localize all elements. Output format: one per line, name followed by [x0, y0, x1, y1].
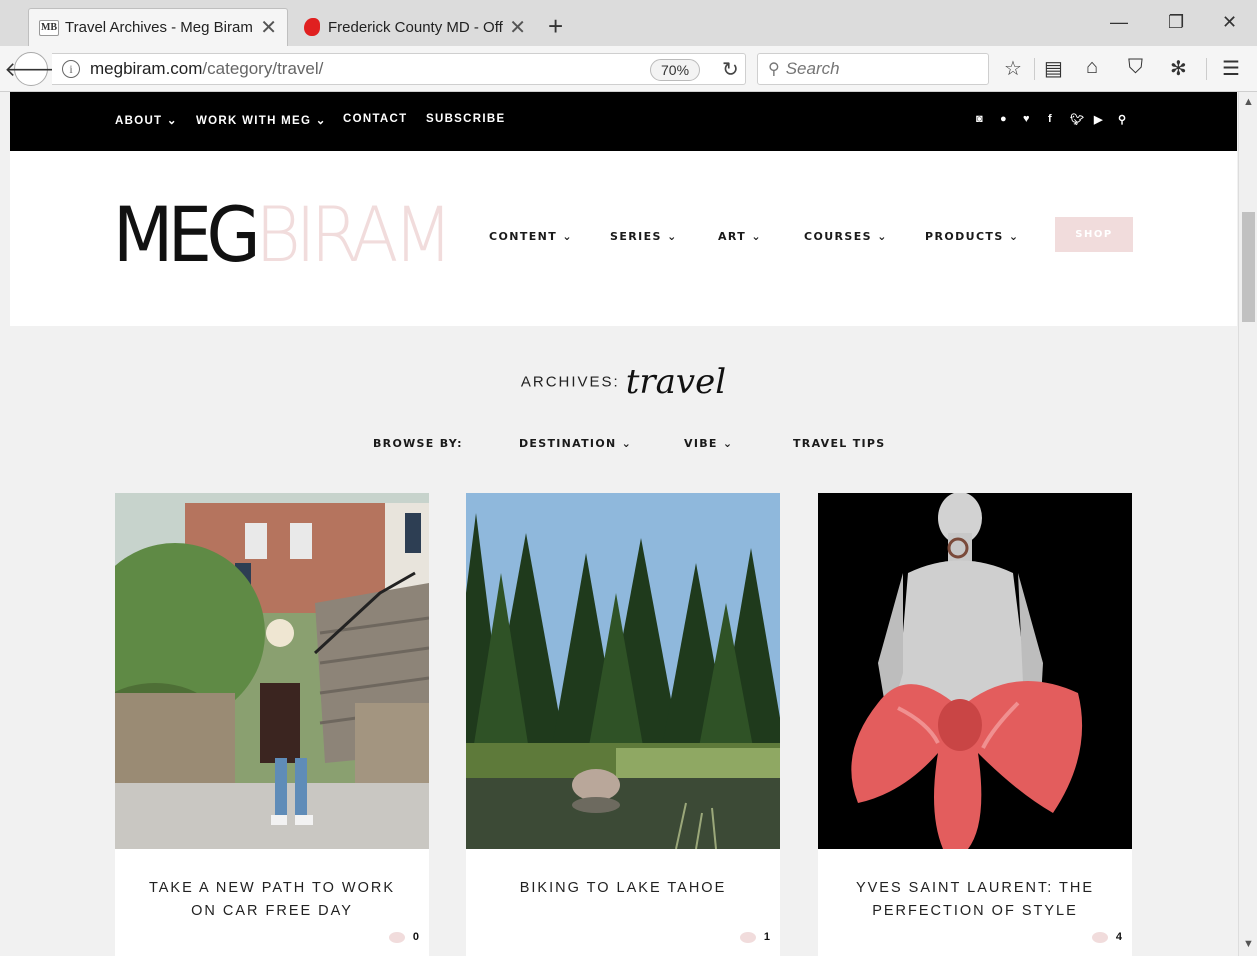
bookmark-star-icon[interactable]: ☆: [1004, 56, 1022, 81]
nav-work-with-meg[interactable]: WORK WITH MEG ⌄: [196, 113, 327, 127]
browse-by-label: BROWSE BY:: [373, 437, 463, 450]
close-tab-icon[interactable]: ✕: [509, 15, 526, 40]
pinterest-icon[interactable]: ●: [1000, 113, 1007, 125]
tab-travel-archives[interactable]: MB Travel Archives - Meg Biram ✕: [28, 8, 288, 46]
comment-count[interactable]: 0: [388, 931, 419, 943]
browse-travel-tips[interactable]: TRAVEL TIPS: [793, 437, 886, 450]
instagram-icon[interactable]: ◙: [976, 113, 983, 125]
archive-label: ARCHIVES:: [520, 373, 620, 391]
forest-lake-photo[interactable]: [466, 493, 780, 849]
browser-tab-bar: MB Travel Archives - Meg Biram ✕ Frederi…: [0, 0, 1257, 46]
heart-icon[interactable]: ♥: [1023, 113, 1030, 125]
archive-category: travel: [625, 362, 727, 402]
menu-icon[interactable]: ☰: [1222, 56, 1240, 81]
browse-vibe[interactable]: VIBE ⌄: [684, 437, 733, 450]
search-icon: ⚲: [768, 61, 780, 78]
tab-title: Frederick County MD - Offici: [328, 18, 504, 36]
nav-content[interactable]: CONTENT ⌄: [489, 230, 573, 243]
woman-walking-stairs-photo[interactable]: [115, 493, 429, 849]
nav-art[interactable]: ART ⌄: [718, 230, 762, 243]
youtube-icon[interactable]: ▶: [1094, 113, 1102, 126]
tab-title: Travel Archives - Meg Biram: [65, 19, 253, 36]
search-input[interactable]: [785, 59, 966, 79]
archive-title: ARCHIVES: travel: [10, 362, 1237, 402]
shop-button[interactable]: SHOP: [1055, 217, 1133, 252]
comment-bubble-icon: [1091, 931, 1108, 943]
minimize-icon[interactable]: —: [1110, 12, 1128, 33]
extension-icon[interactable]: ✻: [1170, 56, 1187, 81]
post-title[interactable]: TAKE A NEW PATH TO WORK ON CAR FREE DAY: [135, 877, 409, 923]
info-icon[interactable]: i: [62, 60, 80, 78]
nav-series[interactable]: SERIES ⌄: [610, 230, 678, 243]
scroll-thumb[interactable]: [1242, 212, 1255, 322]
nav-contact[interactable]: CONTACT: [343, 113, 407, 125]
web-page: ABOUT ⌄ WORK WITH MEG ⌄ CONTACT SUBSCRIB…: [10, 92, 1237, 956]
scroll-down-icon[interactable]: ▼: [1243, 938, 1254, 950]
home-icon[interactable]: ⌂: [1086, 56, 1098, 79]
post-card[interactable]: BIKING TO LAKE TAHOE 1: [466, 493, 780, 956]
nav-subscribe[interactable]: SUBSCRIBE: [426, 113, 505, 125]
comment-bubble-icon: [739, 931, 756, 943]
back-button[interactable]: 🡐: [4, 52, 58, 86]
address-bar[interactable]: i megbiram.com/category/travel/ 70% ↻: [52, 53, 746, 85]
maryland-favicon-icon: [302, 18, 322, 36]
post-card[interactable]: TAKE A NEW PATH TO WORK ON CAR FREE DAY …: [115, 493, 429, 956]
back-arrow-icon: 🡐: [4, 58, 58, 81]
browser-toolbar: 🡐 i megbiram.com/category/travel/ 70% ↻ …: [0, 46, 1257, 92]
restore-icon[interactable]: ❐: [1168, 12, 1184, 33]
nav-about[interactable]: ABOUT ⌄: [115, 113, 178, 127]
url-text: megbiram.com/category/travel/: [90, 59, 324, 78]
comment-count[interactable]: 4: [1091, 931, 1122, 943]
post-card[interactable]: YVES SAINT LAURENT: THE PERFECTION OF ST…: [818, 493, 1132, 956]
site-header: MEGBIRAM CONTENT ⌄ SERIES ⌄ ART ⌄ COURSE…: [10, 151, 1237, 326]
scroll-up-icon[interactable]: ▲: [1243, 96, 1254, 108]
post-title[interactable]: BIKING TO LAKE TAHOE: [486, 877, 760, 900]
tab-frederick-county[interactable]: Frederick County MD - Offici ✕: [292, 8, 536, 46]
pink-bow-dress-photo[interactable]: [818, 493, 1132, 849]
twitter-icon[interactable]: 🐦︎: [1070, 113, 1084, 126]
browse-destination[interactable]: DESTINATION ⌄: [519, 437, 632, 450]
facebook-icon[interactable]: f: [1048, 113, 1052, 125]
close-window-icon[interactable]: ✕: [1222, 12, 1237, 33]
comment-bubble-icon: [388, 931, 405, 943]
post-title[interactable]: YVES SAINT LAURENT: THE PERFECTION OF ST…: [838, 877, 1112, 923]
new-tab-icon[interactable]: +: [548, 13, 563, 39]
comment-count[interactable]: 1: [739, 931, 770, 943]
search-icon[interactable]: ⚲: [1118, 113, 1126, 126]
page-scrollbar[interactable]: ▲ ▼: [1238, 92, 1257, 956]
zoom-level-badge[interactable]: 70%: [650, 59, 701, 81]
top-nav-bar: ABOUT ⌄ WORK WITH MEG ⌄ CONTACT SUBSCRIB…: [10, 92, 1237, 151]
reading-list-icon[interactable]: ▤: [1044, 56, 1063, 81]
nav-courses[interactable]: COURSES ⌄: [804, 230, 888, 243]
mb-favicon-icon: MB: [39, 19, 59, 36]
pocket-icon[interactable]: ⛉: [1128, 56, 1143, 79]
site-logo[interactable]: MEGBIRAM: [113, 197, 453, 273]
close-tab-icon[interactable]: ✕: [260, 15, 277, 40]
reload-icon[interactable]: ↻: [722, 57, 739, 82]
search-bar[interactable]: ⚲: [757, 53, 989, 85]
nav-products[interactable]: PRODUCTS ⌄: [925, 230, 1020, 243]
